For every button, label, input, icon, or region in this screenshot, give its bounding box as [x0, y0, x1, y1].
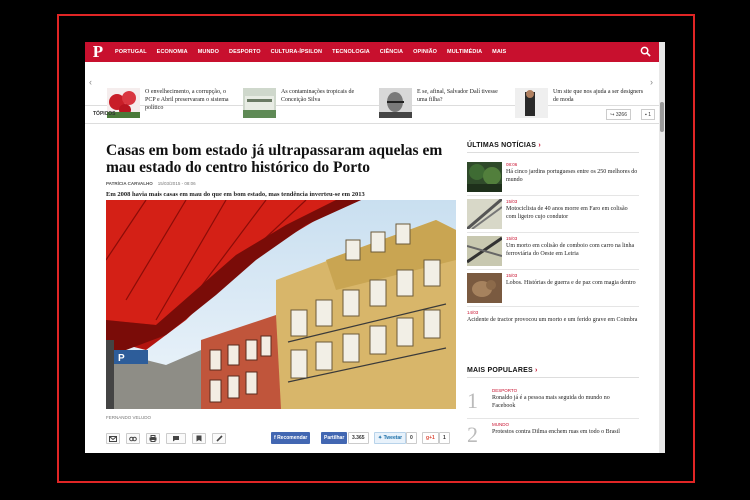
divider [467, 232, 639, 233]
scrollbar[interactable] [659, 42, 665, 453]
main-navbar: P PORTUGAL ECONOMIA MUNDO DESPORTO CULTU… [85, 42, 665, 62]
popular-headline: Protestos contra Dilma enchem ruas em to… [492, 429, 620, 435]
article-lead: Em 2008 havia mais casas em mau do que e… [106, 191, 365, 198]
chevron-right-icon: › [538, 142, 541, 149]
share-count-button[interactable]: ↪ 3266 [606, 109, 631, 120]
recommend-label: Recomendar [277, 435, 308, 441]
news-date: 15/03 [506, 236, 518, 241]
news-thumbnail [467, 236, 502, 266]
topics-link[interactable]: TÓPICOS [93, 111, 116, 117]
article-headline: Casas em bom estado já ultrapassaram aqu… [106, 142, 443, 176]
news-headline: Há cinco jardins portugueses entre os 25… [506, 169, 638, 183]
nav-item-mundo[interactable]: MUNDO [198, 49, 219, 55]
nav-item-economia[interactable]: ECONOMIA [157, 49, 188, 55]
tweet-label: Tweetar [383, 435, 403, 441]
tweet-button[interactable]: ✦ Tweetar [374, 432, 407, 444]
facebook-icon: f [274, 435, 276, 441]
comment-count-button[interactable]: ▪ 1 [641, 109, 655, 120]
nav-menu: PORTUGAL ECONOMIA MUNDO DESPORTO CULTURA… [115, 49, 506, 55]
share-count-value: 3266 [615, 112, 627, 118]
nav-item-multimedia[interactable]: MULTIMÉDIA [447, 49, 482, 55]
edit-button[interactable] [212, 433, 226, 444]
bookmark-button[interactable] [192, 433, 206, 444]
publico-logo[interactable]: P [89, 43, 107, 60]
article: Casas em bom estado já ultrapassaram aqu… [106, 142, 456, 420]
news-date: 14/03 [467, 310, 479, 315]
print-icon [149, 435, 157, 442]
teaser-prev-icon[interactable]: ‹ [89, 77, 92, 87]
photo-credit: FERNANDO VELUDO [106, 415, 152, 420]
bookmark-icon [196, 435, 202, 442]
teaser-next-icon[interactable]: › [650, 77, 653, 87]
tweet-count: 0 [406, 432, 417, 444]
news-thumbnail [467, 273, 502, 303]
most-popular-title[interactable]: MAIS POPULARES › [467, 367, 639, 378]
news-date: 15/03 [506, 199, 518, 204]
nav-item-opiniao[interactable]: OPINIÃO [413, 49, 437, 55]
popular-category: DESPORTO [492, 388, 518, 393]
pencil-icon [215, 435, 223, 442]
popular-rank: 2 [467, 422, 478, 447]
popular-category: MUNDO [492, 422, 509, 427]
share-icon: ↪ [610, 112, 615, 118]
popular-rank: 1 [467, 388, 478, 413]
popular-headline: Ronaldo já é a pessoa mais seguida do mu… [492, 395, 610, 409]
comments-button[interactable] [166, 433, 186, 444]
nav-item-desporto[interactable]: DESPORTO [229, 49, 261, 55]
print-button[interactable] [146, 433, 160, 444]
news-headline: Um morto em colisão de comboio com carro… [506, 243, 635, 257]
news-headline: Motociclista de 40 anos morre em Faro em… [506, 206, 628, 220]
news-thumbnail [467, 199, 502, 229]
divider [467, 306, 639, 307]
link-button[interactable] [126, 433, 140, 444]
browser-page: P PORTUGAL ECONOMIA MUNDO DESPORTO CULTU… [85, 42, 665, 453]
twitter-icon: ✦ [378, 435, 383, 441]
article-action-bar: f Recomendar Partilhar 3.365 ✦ Tweetar 0… [106, 432, 456, 446]
latest-news-heading: ÚLTIMAS NOTÍCIAS [467, 142, 537, 149]
nav-item-ciencia[interactable]: CIÊNCIA [380, 49, 403, 55]
divider [467, 195, 639, 196]
share-label: Partilhar [324, 435, 345, 441]
news-date: 08:06 [506, 162, 518, 167]
email-button[interactable] [106, 433, 120, 444]
facebook-share-count: 3.365 [348, 432, 369, 444]
svg-text:P: P [118, 353, 125, 364]
divider [467, 269, 639, 270]
nav-item-portugal[interactable]: PORTUGAL [115, 49, 147, 55]
comment-icon: ▪ [645, 112, 647, 118]
google-plus-count: 1 [439, 432, 450, 444]
link-icon [129, 436, 137, 441]
facebook-share-button[interactable]: Partilhar [321, 432, 348, 444]
divider [467, 418, 639, 419]
chevron-right-icon: › [534, 367, 538, 374]
search-icon[interactable] [640, 46, 651, 57]
sidebar: ÚLTIMAS NOTÍCIAS › 08:06 Há cinco jardin… [467, 142, 639, 446]
most-popular-heading: MAIS POPULARES [467, 367, 533, 374]
teaser-strip: ‹ O envelhecimento, a corrupção, o PCP e… [85, 62, 665, 118]
latest-news-title[interactable]: ÚLTIMAS NOTÍCIAS › [467, 142, 639, 153]
facebook-recommend-button[interactable]: f Recomendar [271, 432, 311, 444]
google-plus-button[interactable]: g+1 [422, 432, 439, 444]
article-meta: PATRÍCIA CARVALHO 15/03/2015 - 08:06 [106, 181, 456, 186]
article-date: 15/03/2015 - 08:06 [157, 181, 196, 186]
gplus-label: +1 [429, 435, 435, 441]
comment-count-value: 1 [648, 112, 651, 118]
article-author[interactable]: PATRÍCIA CARVALHO [106, 181, 153, 186]
email-icon [109, 435, 117, 442]
news-thumbnail [467, 162, 502, 192]
topics-toolbar: TÓPICOS ↪ 3266 ▪ 1 [85, 106, 665, 124]
article-photo[interactable]: P [106, 200, 456, 409]
comment-bubble-icon [173, 436, 179, 442]
nav-item-cultura[interactable]: CULTURA-ÍPSILON [271, 49, 323, 55]
news-headline: Acidente de tractor provocou um morto e … [467, 317, 638, 323]
nav-item-mais[interactable]: MAIS [492, 49, 506, 55]
news-date: 15/03 [506, 273, 518, 278]
nav-item-tecnologia[interactable]: TECNOLOGIA [332, 49, 370, 55]
scrollbar-thumb[interactable] [660, 102, 664, 132]
news-headline: Lobos. Histórias de guerra e de paz com … [506, 280, 636, 286]
